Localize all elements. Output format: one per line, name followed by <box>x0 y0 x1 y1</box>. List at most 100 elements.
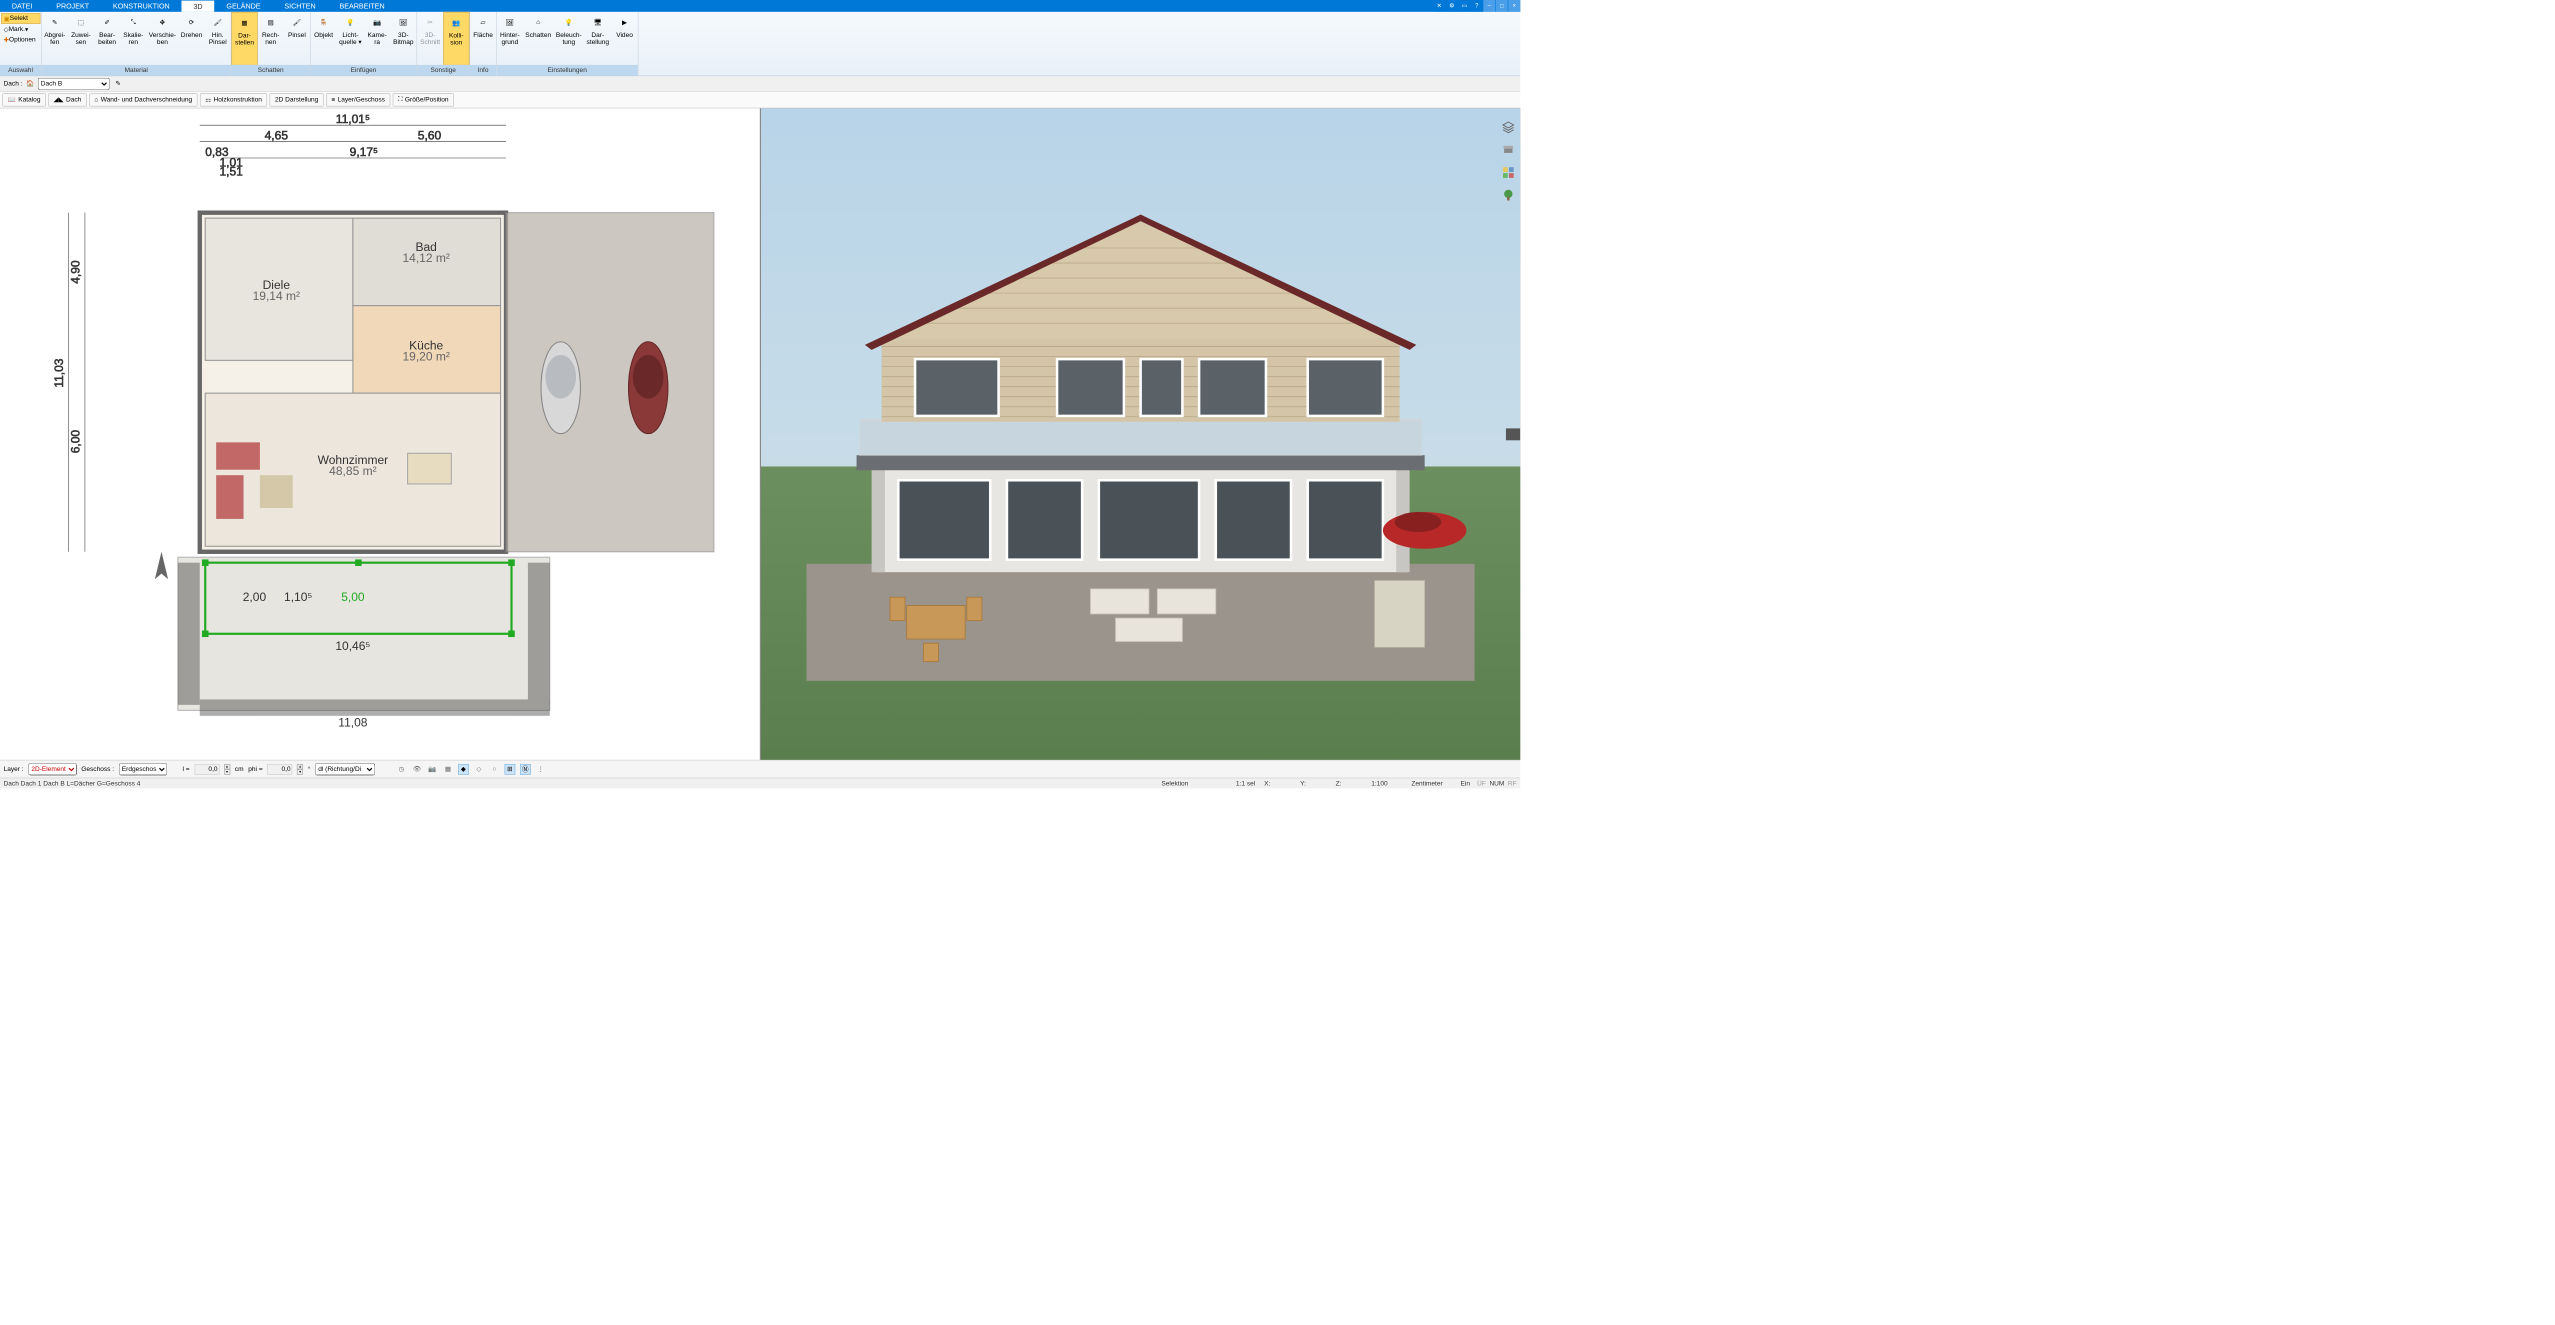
edit-icon[interactable]: ✎ <box>113 78 124 89</box>
zuweisen-label: Zuwei- sen <box>71 32 91 46</box>
flaeche-button[interactable]: ▱Fläche <box>470 12 496 66</box>
furniture-icon[interactable] <box>1501 143 1515 157</box>
dach-label: Dach <box>66 96 81 103</box>
zuweisen-button[interactable]: ⬚Zuwei- sen <box>68 12 94 66</box>
tab-projekt[interactable]: PROJEKT <box>44 0 101 12</box>
darst2d-button[interactable]: 2D Darstellung <box>270 93 324 106</box>
dach-select[interactable]: Dach B <box>38 78 109 90</box>
skalieren-button[interactable]: ⤡Skalie- ren <box>120 12 146 66</box>
verschieben-button[interactable]: ✥Verschie- ben <box>146 12 178 66</box>
snap3-icon[interactable]: ○ <box>489 764 500 775</box>
north-icon[interactable]: Ⓝ <box>520 764 531 775</box>
grid-icon[interactable]: ⊞ <box>504 764 515 775</box>
group-label-material: Material <box>42 65 231 76</box>
workspace: 11,01⁵ 4,65 5,60 9,17⁵ 0,83 1,01 1,51 11… <box>0 108 1520 760</box>
tree-icon[interactable] <box>1501 188 1515 202</box>
holz-button[interactable]: ⚏Holzkonstruktion <box>200 93 267 106</box>
richtung-select[interactable]: dl (Richtung/Di <box>315 763 375 775</box>
verschieben-label: Verschie- ben <box>149 32 176 46</box>
video-icon: ▶ <box>616 14 633 31</box>
snap2-icon[interactable]: ◇ <box>474 764 485 775</box>
wanddach-button[interactable]: ⌂Wand- und Dachverschneidung <box>89 93 197 106</box>
l-input[interactable] <box>194 764 219 775</box>
side-panel-handle[interactable] <box>1506 428 1520 440</box>
groessepos-button[interactable]: ⛶Größe/Position <box>393 93 454 106</box>
tab-datei[interactable]: DATEI <box>0 0 44 12</box>
eye-icon[interactable]: 👁 <box>412 764 423 775</box>
tab-gelaende[interactable]: GELÄNDE <box>214 0 272 12</box>
more-icon[interactable]: ⋮ <box>535 764 546 775</box>
minimize-button[interactable]: – <box>1483 0 1495 12</box>
phi-input[interactable] <box>267 764 292 775</box>
katalog-label: Katalog <box>18 96 40 103</box>
layers-icon[interactable] <box>1501 120 1515 134</box>
zuweisen-icon: ⬚ <box>73 14 90 31</box>
clock-icon[interactable]: ◷ <box>396 764 407 775</box>
help-icon[interactable]: ? <box>1471 0 1483 12</box>
pinsel-button[interactable]: 🖌Pinsel <box>284 12 310 66</box>
tool-icon[interactable]: ✕ <box>1433 0 1445 12</box>
path-text: Dach Dach 1 Dach B L=Dächer G=Geschoss 4 <box>4 780 141 787</box>
abgreifen-button[interactable]: ✎Abgrei- fen <box>42 12 68 66</box>
beleuchtung-button[interactable]: 💡Beleuch- tung <box>554 12 585 66</box>
lichtquelle-button[interactable]: 💡Licht- quelle ▾ <box>337 12 364 66</box>
drehen-button[interactable]: ⟳Drehen <box>178 12 204 66</box>
palette-icon[interactable] <box>1501 165 1515 179</box>
group-label-einstellungen: Einstellungen <box>497 65 638 76</box>
objekt-button[interactable]: 🪑Objekt <box>311 12 337 66</box>
hinpinsel-label: Hin. Pinsel <box>209 32 227 46</box>
settings-icon[interactable]: ⚙ <box>1446 0 1458 12</box>
selekt-button[interactable]: ▣Selekt <box>1 13 40 24</box>
layer-label: Layer : <box>4 765 24 772</box>
tab-konstruktion[interactable]: KONSTRUKTION <box>101 0 182 12</box>
screen-icon[interactable]: ▭ <box>1458 0 1470 12</box>
view3d-side-tools <box>1501 120 1515 202</box>
camera-icon[interactable]: 📷 <box>427 764 438 775</box>
bitmap3d-label: 3D- Bitmap <box>393 32 413 46</box>
house-3d-render <box>806 186 1474 707</box>
bitmap3d-button[interactable]: 🖼3D- Bitmap <box>390 12 416 66</box>
schnitt3d-label: 3D- Schnitt <box>420 32 440 46</box>
property-bar: Dach : 🏠 Dach B ✎ <box>0 76 1520 91</box>
rechnen-icon: ▨ <box>262 14 279 31</box>
stack-icon[interactable]: ▦ <box>443 764 454 775</box>
schatteneinst-icon: ⌂ <box>530 14 547 31</box>
optionen-button[interactable]: ✚Optionen <box>1 35 40 46</box>
maximize-button[interactable]: □ <box>1496 0 1508 12</box>
katalog-button[interactable]: 📖Katalog <box>2 93 45 106</box>
skalieren-label: Skalie- ren <box>123 32 143 46</box>
mark-button[interactable]: ◇Mark.▾ <box>1 24 40 35</box>
snap1-icon[interactable]: ◆ <box>458 764 469 775</box>
hintergrund-button[interactable]: 🖼Hinter- grund <box>497 12 523 66</box>
close-button[interactable]: × <box>1508 0 1520 12</box>
kollision-button[interactable]: 👥Kolli- sion <box>443 12 469 66</box>
layergeschoss-button[interactable]: ≡Layer/Geschoss <box>326 93 390 106</box>
view-3d[interactable] <box>761 108 1521 760</box>
darstellung-button[interactable]: 🖥Dar- stellung <box>584 12 611 66</box>
darstellen-button[interactable]: ▦Dar- stellen <box>231 12 257 66</box>
roof-icon: ◢◣ <box>54 96 64 104</box>
bearbeiten-button[interactable]: ✐Bear- beiten <box>94 12 120 66</box>
hinpinsel-button[interactable]: 🖌Hin. Pinsel <box>205 12 231 66</box>
phi-spinner[interactable]: ▴▾ <box>297 764 303 775</box>
drehen-label: Drehen <box>181 32 202 39</box>
dach-button[interactable]: ◢◣Dach <box>48 93 86 106</box>
geschoss-select[interactable]: Erdgeschos <box>119 763 167 775</box>
svg-text:4,65: 4,65 <box>265 128 289 142</box>
darst2d-label: 2D Darstellung <box>275 96 318 103</box>
schatteneinst-button[interactable]: ⌂Schatten <box>523 12 554 66</box>
group-label-info: Info <box>470 65 496 76</box>
schnitt3d-button[interactable]: ✂3D- Schnitt <box>417 12 443 66</box>
video-button[interactable]: ▶Video <box>611 12 637 66</box>
skalieren-icon: ⤡ <box>125 14 142 31</box>
tab-bearbeiten[interactable]: BEARBEITEN <box>328 0 397 12</box>
size-icon: ⛶ <box>398 96 403 104</box>
kamera-button[interactable]: 📷Kame- ra <box>364 12 390 66</box>
tab-sichten[interactable]: SICHTEN <box>272 0 327 12</box>
l-spinner[interactable]: ▴▾ <box>224 764 230 775</box>
tab-3d[interactable]: 3D <box>182 0 215 12</box>
ribbon-group-einstellungen: 🖼Hinter- grund⌂Schatten💡Beleuch- tung🖥Da… <box>497 12 638 76</box>
rechnen-button[interactable]: ▨Rech- nen <box>258 12 284 66</box>
layer-select[interactable]: 2D-Element <box>28 763 76 775</box>
view-2d[interactable]: 11,01⁵ 4,65 5,60 9,17⁵ 0,83 1,01 1,51 11… <box>0 108 761 760</box>
